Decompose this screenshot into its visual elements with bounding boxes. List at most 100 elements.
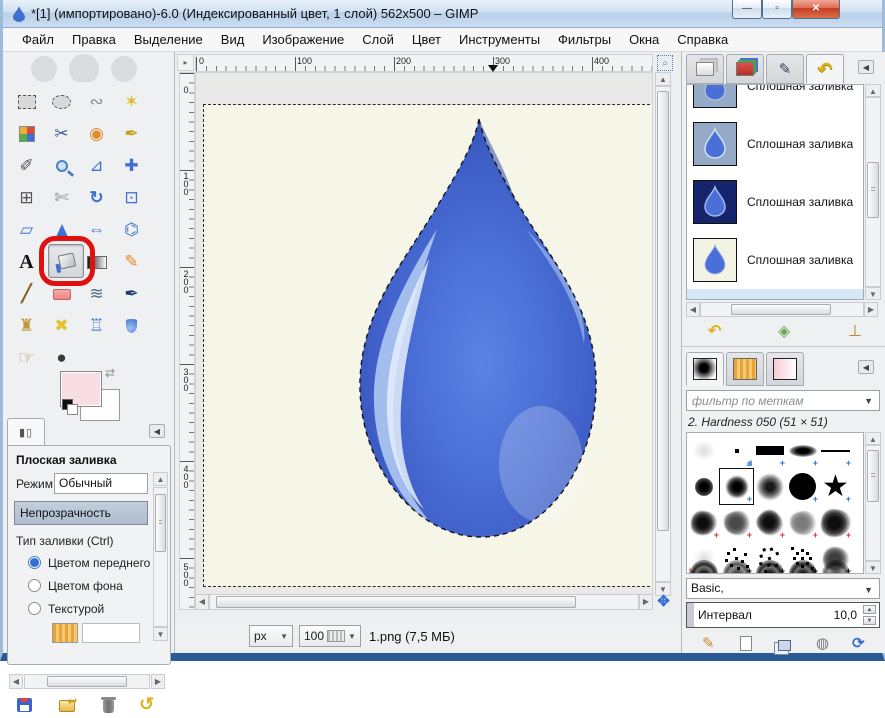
options-hscroll-thumb[interactable] xyxy=(47,676,127,687)
vertical-ruler[interactable]: 0 100 200 300 400 500 xyxy=(179,72,195,610)
zoom-follow-window-icon[interactable]: ⌕ xyxy=(657,55,673,71)
canvas-scroll-right[interactable]: ▶ xyxy=(639,594,653,610)
brush-acrylic-4[interactable]: + xyxy=(786,505,819,540)
menu-colors[interactable]: Цвет xyxy=(403,29,450,50)
brush-acrylic-1[interactable]: + xyxy=(687,505,720,540)
pattern-preview-swatch[interactable] xyxy=(52,623,78,643)
text-tool-icon[interactable]: A xyxy=(11,248,42,276)
options-scroll-thumb[interactable] xyxy=(155,494,166,552)
scissors-select-tool-icon[interactable]: ✂ xyxy=(46,120,77,148)
brush-soft-ellipse[interactable]: + xyxy=(786,433,819,468)
horizontal-ruler[interactable]: 0 100 200 300 400 xyxy=(195,54,653,72)
title-bar[interactable]: *[1] (импортировано)-6.0 (Индексированны… xyxy=(3,0,882,28)
perspective-clone-tool-icon[interactable]: ♖ xyxy=(81,312,112,340)
canvas-scroll-left[interactable]: ◀ xyxy=(195,594,209,610)
color-picker-tool-icon[interactable]: ✐ xyxy=(11,152,42,180)
brush-acrylic-3[interactable]: + xyxy=(753,505,786,540)
canvas-scroll-up[interactable]: ▲ xyxy=(655,72,671,86)
brush-hardness-075[interactable] xyxy=(753,469,786,504)
ellipse-select-tool-icon[interactable] xyxy=(46,88,77,116)
clear-history-button[interactable]: ⊥ xyxy=(848,324,862,340)
tab-undo-history[interactable]: ↶ xyxy=(806,54,844,84)
free-select-tool-icon[interactable]: ∾ xyxy=(81,88,112,116)
radio-fill-pattern[interactable]: Текстурой xyxy=(28,600,104,618)
undo-item[interactable]: Сплошная заливка xyxy=(687,84,863,114)
duplicate-brush-button[interactable] xyxy=(778,638,791,656)
move-tool-icon[interactable]: ✚ xyxy=(116,152,147,180)
canvas-vscrollbar[interactable] xyxy=(655,86,671,582)
undo-vscrollbar[interactable] xyxy=(865,97,881,287)
canvas-hscrollbar[interactable] xyxy=(209,594,639,610)
undo-item[interactable]: Сплошная заливка xyxy=(687,231,863,288)
undo-scroll-up[interactable]: ▲ xyxy=(865,84,881,97)
delete-brush-button[interactable]: ◍ xyxy=(816,636,829,651)
brush-hardness-050-selected[interactable]: + xyxy=(720,469,753,504)
menu-view[interactable]: Вид xyxy=(212,29,254,50)
brush-scroll-down[interactable]: ▼ xyxy=(865,561,881,574)
undo-hscroll-thumb[interactable] xyxy=(731,304,831,315)
unit-combo[interactable]: px▼ xyxy=(249,625,293,647)
radio-fill-fg[interactable]: Цветом переднего пл xyxy=(28,554,167,572)
undo-button[interactable]: ↶ xyxy=(708,324,721,340)
brush-block[interactable]: + xyxy=(753,433,786,468)
cage-transform-tool-icon[interactable]: ⌬ xyxy=(116,216,147,244)
tab-channels[interactable] xyxy=(726,54,764,84)
close-button[interactable]: ✕ xyxy=(792,0,840,19)
brush-oil[interactable] xyxy=(819,560,852,574)
brush-hardness-025[interactable] xyxy=(687,469,720,504)
brush-line[interactable]: + xyxy=(819,433,852,468)
select-by-color-tool-icon[interactable] xyxy=(11,120,42,148)
options-scroll-up[interactable]: ▲ xyxy=(153,472,168,486)
paintbrush-tool-icon[interactable]: ╱ xyxy=(11,280,42,308)
undo-vscroll-thumb[interactable] xyxy=(867,162,879,218)
tab-paths[interactable]: ✎ xyxy=(766,54,804,84)
brush-pebbles[interactable] xyxy=(687,560,720,574)
navigation-cross-icon[interactable]: ✥ xyxy=(655,594,672,611)
dodge-burn-tool-icon[interactable]: ● xyxy=(46,344,77,372)
smudge-tool-icon[interactable]: ☞ xyxy=(11,344,42,372)
spin-down-icon[interactable]: ▼ xyxy=(863,616,876,625)
scale-tool-icon[interactable]: ⊡ xyxy=(116,184,147,212)
brush-vine[interactable] xyxy=(753,560,786,574)
brush-star[interactable]: ★+ xyxy=(819,469,852,504)
brush-acrylic-2[interactable]: + xyxy=(720,505,753,540)
menu-layer[interactable]: Слой xyxy=(353,29,403,50)
brushes-menu-button[interactable]: ◀ xyxy=(858,360,874,374)
minimize-button[interactable]: — xyxy=(732,0,762,19)
canvas-hscroll-thumb[interactable] xyxy=(216,596,576,608)
spacing-slider[interactable]: Интервал 10,0 ▲ ▼ xyxy=(686,602,880,628)
menu-tools[interactable]: Инструменты xyxy=(450,29,549,50)
undo-item-selected[interactable]: Сплошная заливка xyxy=(687,289,863,300)
rotate-tool-icon[interactable]: ↻ xyxy=(81,184,112,212)
undo-hscroll-left[interactable]: ◀ xyxy=(686,302,700,317)
shear-tool-icon[interactable]: ▱ xyxy=(11,216,42,244)
tab-layers[interactable] xyxy=(686,54,724,84)
brush-pixel[interactable]: + xyxy=(720,433,753,468)
brush-vscrollbar[interactable] xyxy=(865,445,881,561)
pencil-tool-icon[interactable]: ✎ xyxy=(116,248,147,276)
zoom-tool-icon[interactable] xyxy=(46,152,77,180)
crop-tool-icon[interactable]: ✄ xyxy=(46,184,77,212)
tool-options-tab[interactable]: ▮▯ xyxy=(7,418,45,446)
menu-edit[interactable]: Правка xyxy=(63,29,125,50)
brush-filter-combo[interactable]: фильтр по меткам ▼ xyxy=(686,390,880,411)
ruler-origin-button[interactable]: ▸ xyxy=(177,54,194,71)
tab-gradients[interactable] xyxy=(766,352,804,386)
image-viewport[interactable] xyxy=(195,72,653,610)
options-scroll-down[interactable]: ▼ xyxy=(153,627,168,641)
brush-hardness-100[interactable]: + xyxy=(786,469,819,504)
foreground-select-tool-icon[interactable]: ◉ xyxy=(81,120,112,148)
menu-file[interactable]: Файл xyxy=(13,29,63,50)
align-tool-icon[interactable]: ⊞ xyxy=(11,184,42,212)
canvas-vscroll-thumb[interactable] xyxy=(657,91,669,531)
dock-menu-button[interactable]: ◀ xyxy=(858,60,874,74)
clone-tool-icon[interactable]: ♜ xyxy=(11,312,42,340)
tab-brushes[interactable] xyxy=(686,352,724,386)
restore-options-button[interactable] xyxy=(59,699,75,717)
reset-options-button[interactable]: ↺ xyxy=(139,694,154,715)
edit-brush-button[interactable]: ✎ xyxy=(702,636,715,651)
blur-sharpen-tool-icon[interactable] xyxy=(116,312,147,340)
redo-button[interactable]: ◈ xyxy=(778,324,790,340)
heal-tool-icon[interactable]: ✖ xyxy=(46,312,77,340)
brush-sponge[interactable] xyxy=(720,560,753,574)
